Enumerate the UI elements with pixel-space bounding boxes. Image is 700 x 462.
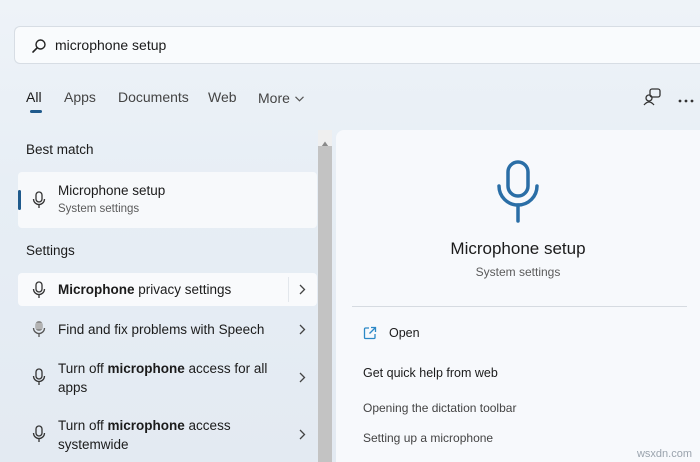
help-link-setting-up-microphone[interactable]: Setting up a microphone xyxy=(363,431,493,445)
scroll-thumb[interactable] xyxy=(318,146,332,462)
setting-label-line2: systemwide xyxy=(58,437,129,452)
microphone-icon xyxy=(32,368,46,391)
setting-turn-off-mic-apps[interactable]: Turn off microphone access for all apps xyxy=(18,353,317,403)
search-box[interactable]: microphone setup xyxy=(14,26,700,64)
setting-label-bold: microphone xyxy=(107,418,185,433)
detail-title: Microphone setup xyxy=(450,239,586,258)
setting-label-rest: access for all xyxy=(184,361,268,376)
settings-heading: Settings xyxy=(26,243,75,258)
active-tab-indicator xyxy=(30,110,42,113)
tab-apps[interactable]: Apps xyxy=(64,89,96,105)
expand-button[interactable] xyxy=(289,353,317,403)
detail-pane: Microphone setup System settings Open Ge… xyxy=(336,130,700,462)
tab-web[interactable]: Web xyxy=(208,89,237,105)
detail-divider xyxy=(352,306,687,307)
people-share-icon[interactable] xyxy=(642,87,662,112)
search-icon xyxy=(31,38,47,54)
filter-tabs: All Apps Documents Web More xyxy=(0,86,700,118)
setting-label: Microphone privacy settings xyxy=(58,282,231,297)
expand-button[interactable] xyxy=(289,313,317,346)
tab-all[interactable]: All xyxy=(26,89,42,105)
quick-help-heading: Get quick help from web xyxy=(363,366,498,380)
microphone-icon xyxy=(32,281,46,304)
setting-label-rest: privacy settings xyxy=(134,282,232,297)
tab-documents[interactable]: Documents xyxy=(118,89,189,105)
best-match-heading: Best match xyxy=(26,142,94,157)
chevron-right-icon xyxy=(299,284,306,295)
results-scrollbar[interactable] xyxy=(318,130,332,462)
setting-label-line2: apps xyxy=(58,380,88,395)
search-input[interactable]: microphone setup xyxy=(55,37,166,53)
expand-button[interactable] xyxy=(289,273,317,306)
watermark: wsxdn.com xyxy=(636,448,692,460)
setting-label: Turn off microphone access for all xyxy=(58,361,267,376)
chevron-right-icon xyxy=(299,324,306,335)
chevron-down-icon xyxy=(294,89,304,105)
help-link-dictation-toolbar[interactable]: Opening the dictation toolbar xyxy=(363,401,516,415)
selection-indicator xyxy=(18,190,21,210)
speech-troubleshoot-icon xyxy=(32,320,46,343)
setting-label-rest: access xyxy=(184,418,231,433)
open-action[interactable]: Open xyxy=(363,325,563,345)
best-match-title: Microphone setup xyxy=(58,183,166,198)
setting-label: Turn off microphone access xyxy=(58,418,231,433)
detail-subtitle: System settings xyxy=(475,265,561,279)
setting-label-bold: Microphone xyxy=(58,282,135,297)
best-match-subtitle: System settings xyxy=(58,203,140,215)
chevron-right-icon xyxy=(299,372,306,383)
tab-more-label: More xyxy=(258,90,290,106)
setting-speech-troubleshoot[interactable]: Find and fix problems with Speech xyxy=(18,313,317,346)
open-external-icon xyxy=(363,326,377,345)
setting-turn-off-mic-systemwide[interactable]: Turn off microphone access systemwide xyxy=(18,410,317,460)
open-label: Open xyxy=(389,326,420,340)
microphone-icon xyxy=(496,160,540,229)
setting-label-pre: Turn off xyxy=(58,361,108,376)
tab-more[interactable]: More xyxy=(258,89,304,106)
best-match-result[interactable]: Microphone setup System settings xyxy=(18,172,317,228)
setting-microphone-privacy[interactable]: Microphone privacy settings xyxy=(18,273,317,306)
microphone-icon xyxy=(32,425,46,448)
expand-button[interactable] xyxy=(289,410,317,460)
setting-label-bold: microphone xyxy=(107,361,185,376)
setting-label-pre: Turn off xyxy=(58,418,108,433)
microphone-icon xyxy=(32,191,46,214)
setting-label: Find and fix problems with Speech xyxy=(58,322,265,337)
more-icon[interactable] xyxy=(678,91,694,109)
chevron-right-icon xyxy=(299,429,306,440)
